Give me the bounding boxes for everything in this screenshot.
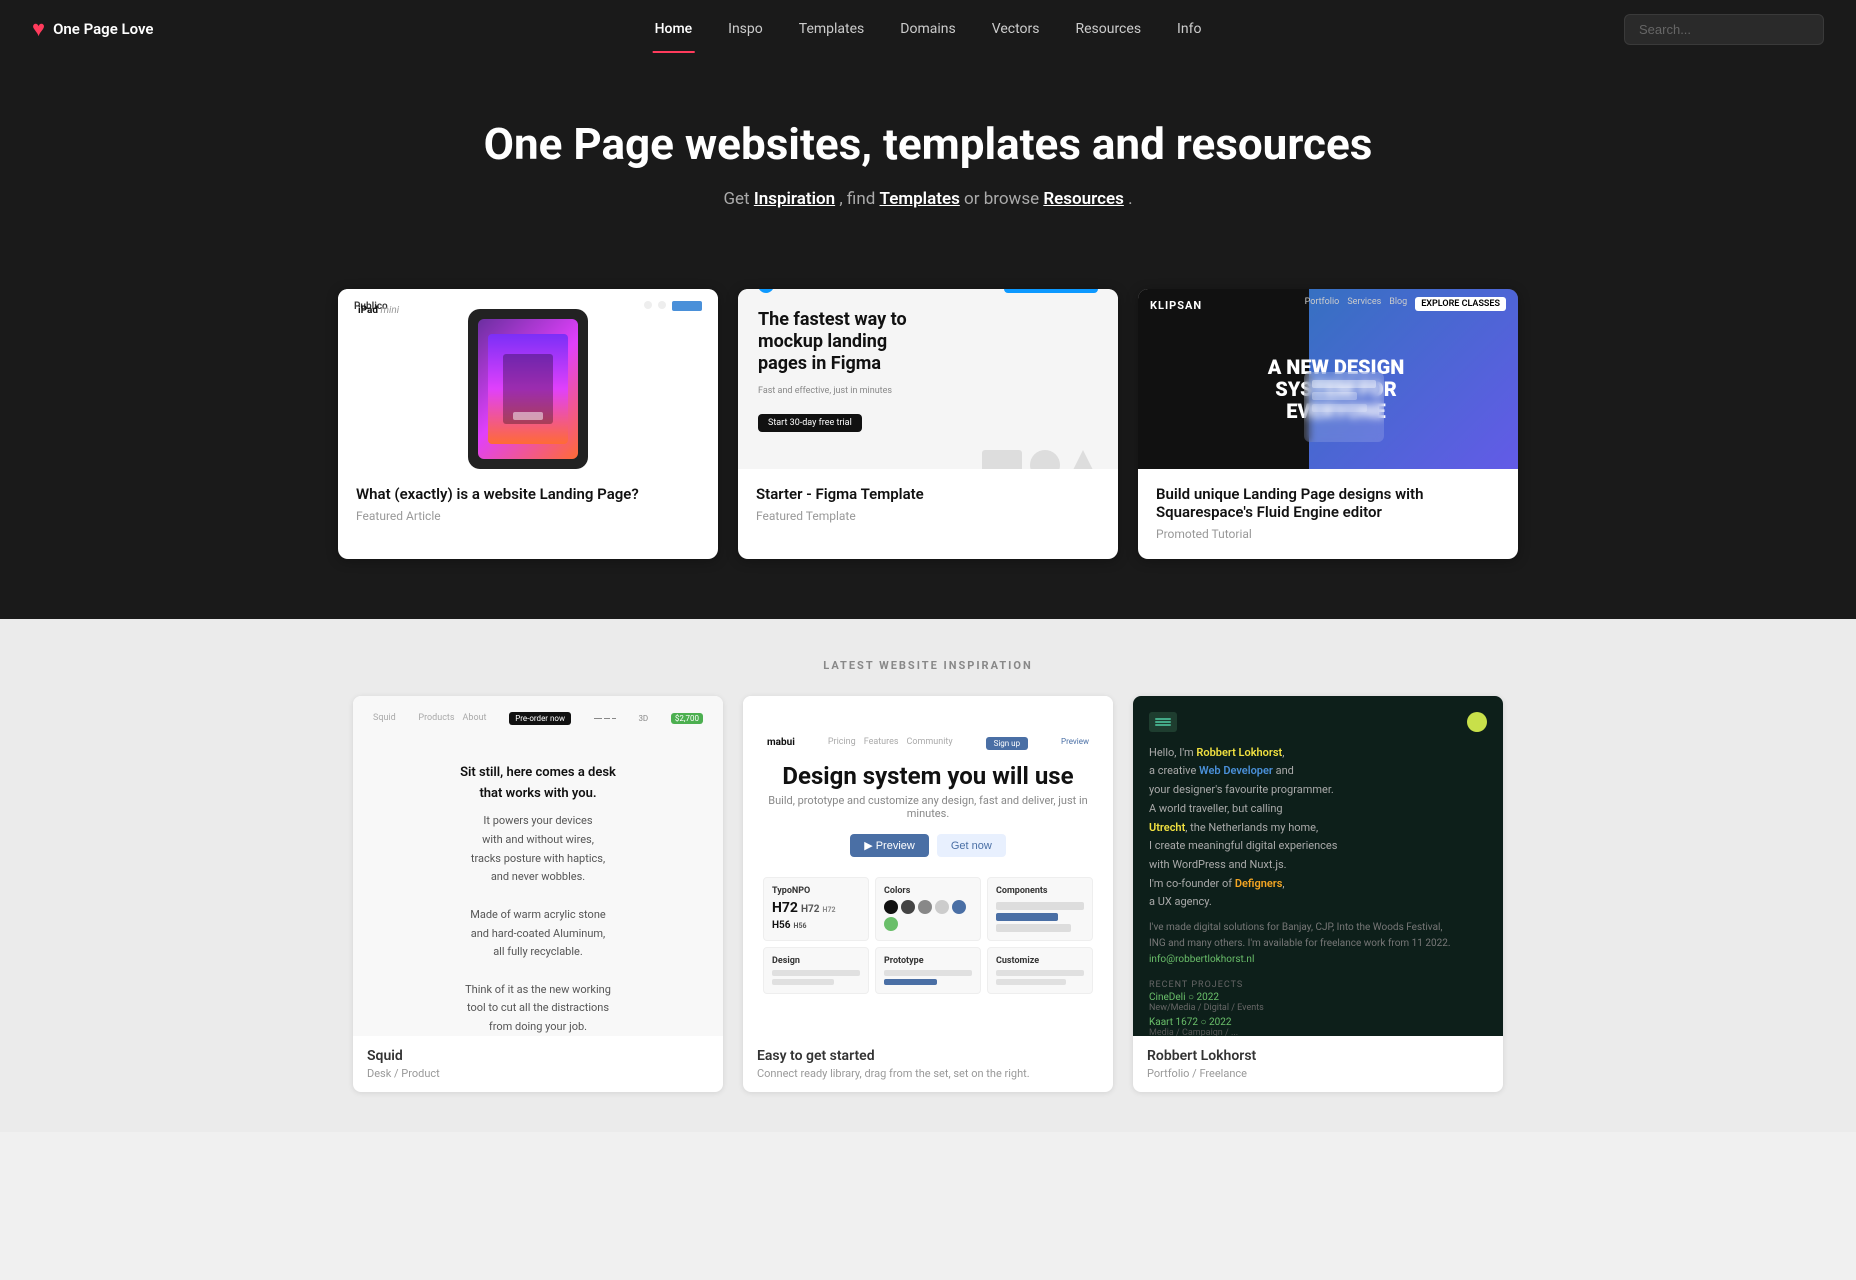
hero-title: One Page websites, templates and resourc…	[20, 118, 1836, 171]
ds-primary-btn[interactable]: ▶ Preview	[850, 834, 929, 857]
robbert-status-dot	[1467, 712, 1487, 732]
header: ♥ One Page Love Home Inspo Templates Dom…	[0, 0, 1856, 58]
article-card-body: What (exactly) is a website Landing Page…	[338, 469, 718, 541]
nav-item-templates[interactable]: Templates	[783, 15, 881, 43]
squid-description: Sit still, here comes a deskthat works w…	[460, 763, 616, 1036]
nav-item-inspo[interactable]: Inspo	[712, 15, 779, 43]
logo-text: One Page Love	[53, 20, 153, 38]
nav-item-info[interactable]: Info	[1161, 15, 1217, 43]
logo[interactable]: ♥ One Page Love	[32, 16, 154, 42]
ds-subtitle: Build, prototype and customize any desig…	[763, 794, 1093, 820]
squid-card-footer: Squid Desk / Product	[353, 1036, 723, 1092]
hero-section: One Page websites, templates and resourc…	[0, 58, 1856, 289]
robbert-title: Robbert Lokhorst	[1147, 1048, 1489, 1064]
ds-buttons: ▶ Preview Get now	[850, 834, 1006, 857]
article-card-image: Publico iPad	[338, 289, 718, 469]
robbert-card-image: Hello, I'm Robbert Lokhorst, a creative …	[1133, 696, 1503, 1036]
templates-link[interactable]: Templates	[880, 189, 960, 209]
robbert-subtitle: Portfolio / Freelance	[1147, 1067, 1489, 1080]
subtitle-end: .	[1128, 189, 1132, 209]
nav-item-home[interactable]: Home	[639, 15, 709, 43]
nav-item-domains[interactable]: Domains	[884, 15, 971, 43]
inspiration-link[interactable]: Inspiration	[754, 189, 835, 209]
squid-subtitle: Desk / Product	[367, 1067, 709, 1080]
main-nav: Home Inspo Templates Domains Vectors Res…	[639, 15, 1218, 43]
article-card-title: What (exactly) is a website Landing Page…	[356, 485, 700, 503]
inspo-card-squid[interactable]: Squid ProductsAbout Pre-order now 3D $2,…	[353, 696, 723, 1092]
inspo-card-robbert[interactable]: Hello, I'm Robbert Lokhorst, a creative …	[1133, 696, 1503, 1092]
klipsan-card-title: Build unique Landing Page designs with S…	[1156, 485, 1500, 521]
inspo-grid: Squid ProductsAbout Pre-order now 3D $2,…	[120, 696, 1736, 1092]
figma-card-body: Starter - Figma Template Featured Templa…	[738, 469, 1118, 541]
resources-link[interactable]: Resources	[1043, 189, 1124, 209]
robbert-header	[1149, 712, 1487, 732]
mabui-footer: Easy to get started Connect ready librar…	[743, 1036, 1113, 1092]
featured-card-figma[interactable]: FigmaEditViewObjectText Get 30-day free …	[738, 289, 1118, 559]
featured-card-klipsan[interactable]: KLIPSAN Portfolio Services Blog EXPLORE …	[1138, 289, 1518, 559]
ds-secondary-btn[interactable]: Get now	[937, 834, 1006, 857]
robbert-sim: Hello, I'm Robbert Lokhorst, a creative …	[1133, 696, 1503, 1036]
featured-section: Publico iPad	[0, 289, 1856, 619]
nav-item-vectors[interactable]: Vectors	[976, 15, 1056, 43]
robbert-links: RECENT PROJECTS CineDeli ○ 2022 New/Medi…	[1149, 980, 1487, 1036]
figma-shapes	[982, 450, 1098, 469]
figma-card-title: Starter - Figma Template	[756, 485, 1100, 503]
squid-sim: Squid ProductsAbout Pre-order now 3D $2,…	[353, 696, 723, 1036]
klipsan-card-tag: Promoted Tutorial	[1156, 527, 1500, 541]
figma-card-tag: Featured Template	[756, 509, 1100, 523]
main-content: LATEST WEBSITE INSPIRATION Squid Product…	[0, 619, 1856, 1132]
hero-subtitle: Get Inspiration , find Templates or brow…	[20, 189, 1836, 209]
nav-item-resources[interactable]: Resources	[1059, 15, 1157, 43]
featured-card-article[interactable]: Publico iPad	[338, 289, 718, 559]
squid-card-image: Squid ProductsAbout Pre-order now 3D $2,…	[353, 696, 723, 1036]
robbert-menu-icon	[1149, 712, 1177, 732]
ds-big-title: Design system you will use	[782, 762, 1073, 790]
squid-title: Squid	[367, 1048, 709, 1064]
search-area	[1624, 14, 1824, 45]
mabui-footer-sub: Connect ready library, drag from the set…	[757, 1067, 1099, 1080]
subtitle-post: or browse	[964, 189, 1043, 209]
klipsan-card-image: KLIPSAN Portfolio Services Blog EXPLORE …	[1138, 289, 1518, 469]
section-label: LATEST WEBSITE INSPIRATION	[120, 659, 1736, 672]
mabui-card-image: mabui PricingFeaturesCommunity Sign up P…	[743, 696, 1113, 1036]
figma-card-sim-title: The fastest way to mockup landing pages …	[758, 309, 907, 374]
klipsan-card-body: Build unique Landing Page designs with S…	[1138, 469, 1518, 559]
robbert-intro-text: Hello, I'm Robbert Lokhorst, a creative …	[1149, 744, 1487, 912]
featured-cards-row: Publico iPad	[120, 289, 1736, 559]
subtitle-pre: Get	[723, 189, 753, 209]
inspo-card-mabui[interactable]: mabui PricingFeaturesCommunity Sign up P…	[743, 696, 1113, 1092]
search-input[interactable]	[1624, 14, 1824, 45]
design-system-sim: mabui PricingFeaturesCommunity Sign up P…	[743, 696, 1113, 1036]
subtitle-mid: , find	[839, 189, 879, 209]
mabui-footer-title: Easy to get started	[757, 1048, 1099, 1064]
figma-card-image: FigmaEditViewObjectText Get 30-day free …	[738, 289, 1118, 469]
article-card-tag: Featured Article	[356, 509, 700, 523]
logo-heart-icon: ♥	[32, 16, 45, 42]
robbert-footer: Robbert Lokhorst Portfolio / Freelance	[1133, 1036, 1503, 1092]
